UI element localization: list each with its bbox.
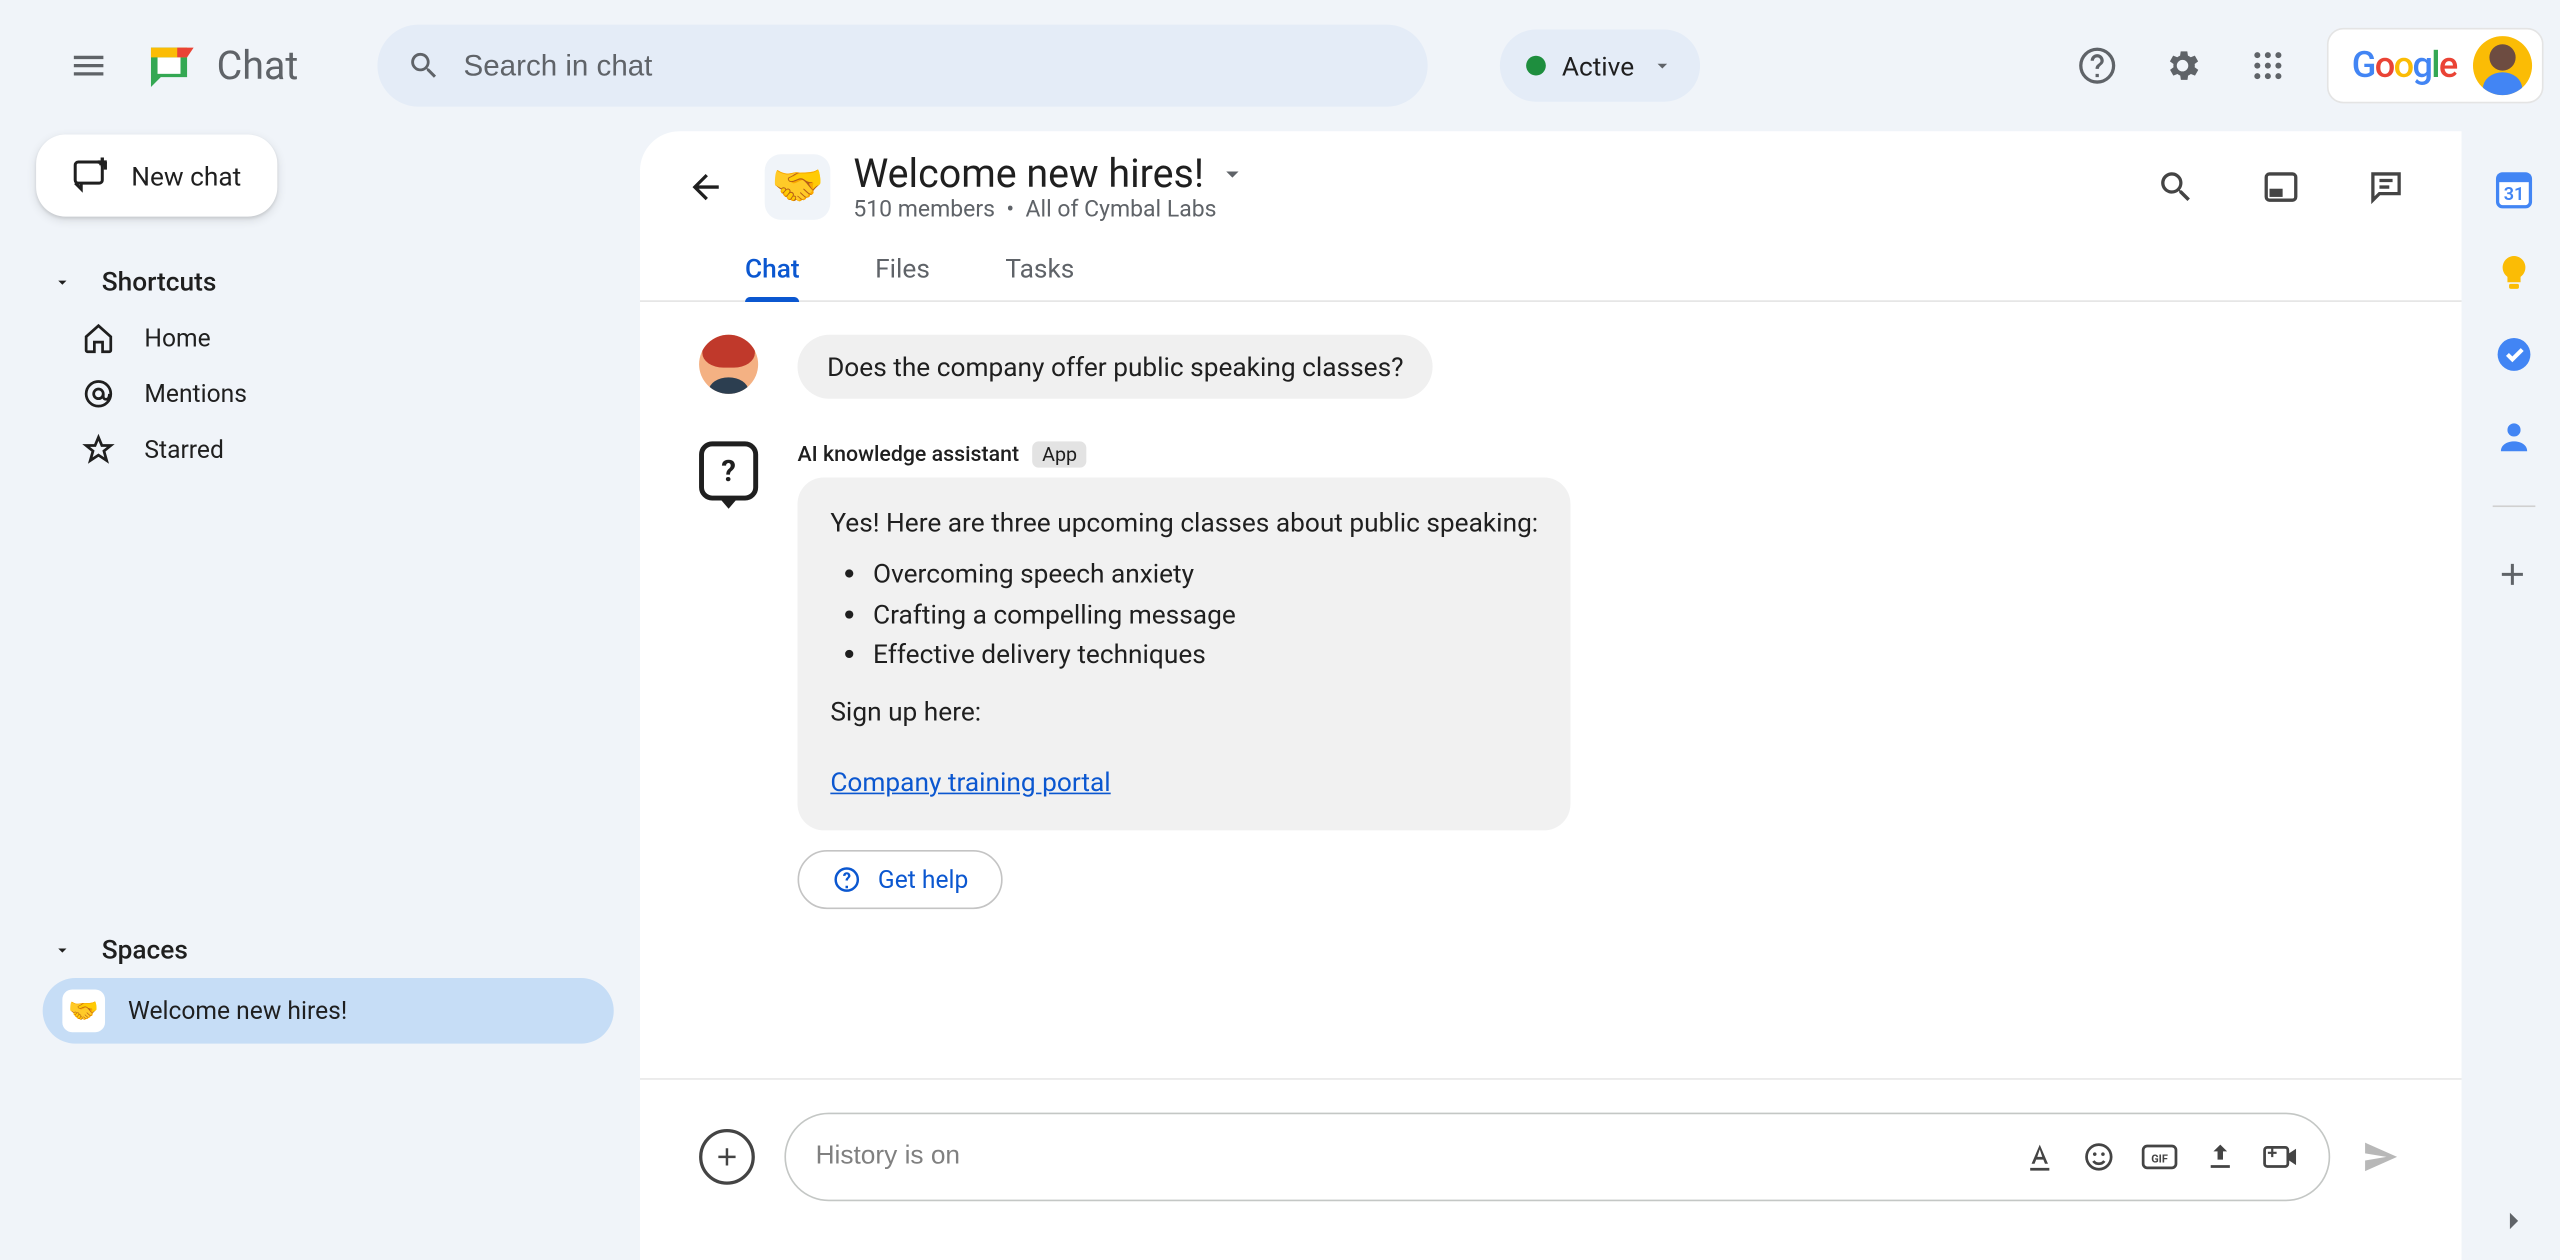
bot-message-bubble: Yes! Here are three upcoming classes abo… <box>798 478 1571 830</box>
space-item-welcome-new-hires[interactable]: 🤝 Welcome new hires! <box>43 978 614 1044</box>
caret-down-icon <box>53 272 73 292</box>
help-icon <box>2078 46 2117 85</box>
search-icon <box>407 48 441 84</box>
emoji-icon[interactable] <box>2082 1140 2115 1173</box>
svg-text:GIF: GIF <box>2151 1152 2168 1165</box>
google-logo: Google <box>2352 45 2457 86</box>
compose-input-wrapper[interactable]: GIF <box>784 1113 2330 1202</box>
training-portal-link[interactable]: Company training portal <box>830 766 1110 797</box>
new-chat-label: New chat <box>131 160 241 191</box>
search-icon <box>2156 167 2195 206</box>
app-name: Chat <box>217 43 299 89</box>
sidebar-item-home[interactable]: Home <box>43 310 614 366</box>
chat-header: 🤝 Welcome new hires! 510 members • All o… <box>640 131 2462 223</box>
sidebar: New chat Shortcuts Home Mentions Starred <box>0 131 640 1260</box>
composer: GIF <box>640 1078 2462 1260</box>
upload-icon[interactable] <box>2204 1140 2237 1173</box>
thread-button[interactable] <box>2350 151 2422 223</box>
tab-chat[interactable]: Chat <box>745 240 800 301</box>
format-text-icon[interactable] <box>2023 1140 2056 1173</box>
tab-files[interactable]: Files <box>875 240 930 301</box>
panel-icon <box>2261 167 2300 206</box>
message-user: Does the company offer public speaking c… <box>699 335 2402 399</box>
shortcuts-header[interactable]: Shortcuts <box>43 253 614 310</box>
user-message-avatar <box>699 335 758 394</box>
status-chip[interactable]: Active <box>1499 30 1699 102</box>
support-button[interactable] <box>2061 30 2133 102</box>
chat-title: Welcome new hires! <box>853 151 1204 197</box>
gif-icon[interactable]: GIF <box>2142 1140 2178 1173</box>
home-icon <box>82 322 115 355</box>
help-circle-icon <box>832 864 862 894</box>
space-emoji-icon: 🤝 <box>62 990 105 1033</box>
chat-logo-icon <box>144 38 200 94</box>
search-bar[interactable] <box>377 25 1427 107</box>
new-chat-button[interactable]: New chat <box>36 135 277 217</box>
status-active-icon <box>1526 56 1546 76</box>
bot-sender-line: AI knowledge assistant App <box>798 441 1571 467</box>
space-avatar: 🤝 <box>765 154 831 220</box>
apps-grid-icon <box>2250 48 2286 84</box>
star-icon <box>82 433 115 466</box>
toggle-panel-button[interactable] <box>2245 151 2317 223</box>
gear-icon <box>2163 46 2202 85</box>
topbar: Chat Active Google <box>0 0 2560 131</box>
chevron-down-icon <box>1651 54 1674 77</box>
keep-app-icon[interactable] <box>2494 253 2533 292</box>
tab-tasks[interactable]: Tasks <box>1005 240 1074 301</box>
spaces-header[interactable]: Spaces <box>43 921 614 978</box>
video-add-icon[interactable] <box>2263 1140 2299 1173</box>
add-attachment-button[interactable] <box>699 1129 755 1185</box>
chat-lines-icon <box>2366 167 2405 206</box>
bot-avatar-icon: ? <box>699 441 758 500</box>
user-avatar[interactable] <box>2473 36 2532 95</box>
tasks-app-icon[interactable] <box>2494 335 2533 374</box>
side-panel: 31 <box>2468 131 2560 1260</box>
search-input[interactable] <box>464 48 1398 82</box>
status-label: Active <box>1562 50 1634 81</box>
search-in-space-button[interactable] <box>2140 151 2212 223</box>
main-panel: 🤝 Welcome new hires! 510 members • All o… <box>640 131 2462 1260</box>
caret-down-icon <box>53 939 73 959</box>
plus-icon <box>712 1142 742 1172</box>
expand-side-panel-button[interactable] <box>2498 1204 2531 1237</box>
main-menu-button[interactable] <box>49 26 128 105</box>
calendar-app-icon[interactable]: 31 <box>2494 171 2533 210</box>
user-message-bubble: Does the company offer public speaking c… <box>798 335 1434 399</box>
compose-input[interactable] <box>816 1142 2001 1172</box>
message-list: Does the company offer public speaking c… <box>640 302 2462 1078</box>
mention-icon <box>82 377 115 410</box>
settings-button[interactable] <box>2147 30 2219 102</box>
send-icon <box>2360 1136 2403 1179</box>
sidebar-item-mentions[interactable]: Mentions <box>43 366 614 422</box>
plus-icon <box>2494 556 2530 592</box>
account-switcher[interactable]: Google <box>2327 28 2543 103</box>
chat-title-button[interactable]: Welcome new hires! <box>853 151 1246 197</box>
chevron-right-icon <box>2498 1204 2531 1237</box>
tabs: Chat Files Tasks <box>640 223 2462 302</box>
new-chat-icon <box>72 158 108 194</box>
message-bot: ? AI knowledge assistant App Yes! Here a… <box>699 441 2402 908</box>
sidebar-item-starred[interactable]: Starred <box>43 422 614 478</box>
app-badge: App <box>1032 441 1087 467</box>
send-button[interactable] <box>2360 1136 2403 1179</box>
chevron-down-icon <box>1217 159 1247 189</box>
back-button[interactable] <box>670 151 742 223</box>
get-help-button[interactable]: Get help <box>798 850 1003 909</box>
svg-text:31: 31 <box>2504 184 2525 205</box>
contacts-app-icon[interactable] <box>2494 417 2533 456</box>
add-app-button[interactable] <box>2494 556 2533 595</box>
apps-button[interactable] <box>2232 30 2304 102</box>
arrow-back-icon <box>686 167 725 206</box>
chat-subtitle: 510 members • All of Cymbal Labs <box>853 197 1246 223</box>
app-logo[interactable]: Chat <box>144 38 298 94</box>
hamburger-icon <box>69 46 108 85</box>
